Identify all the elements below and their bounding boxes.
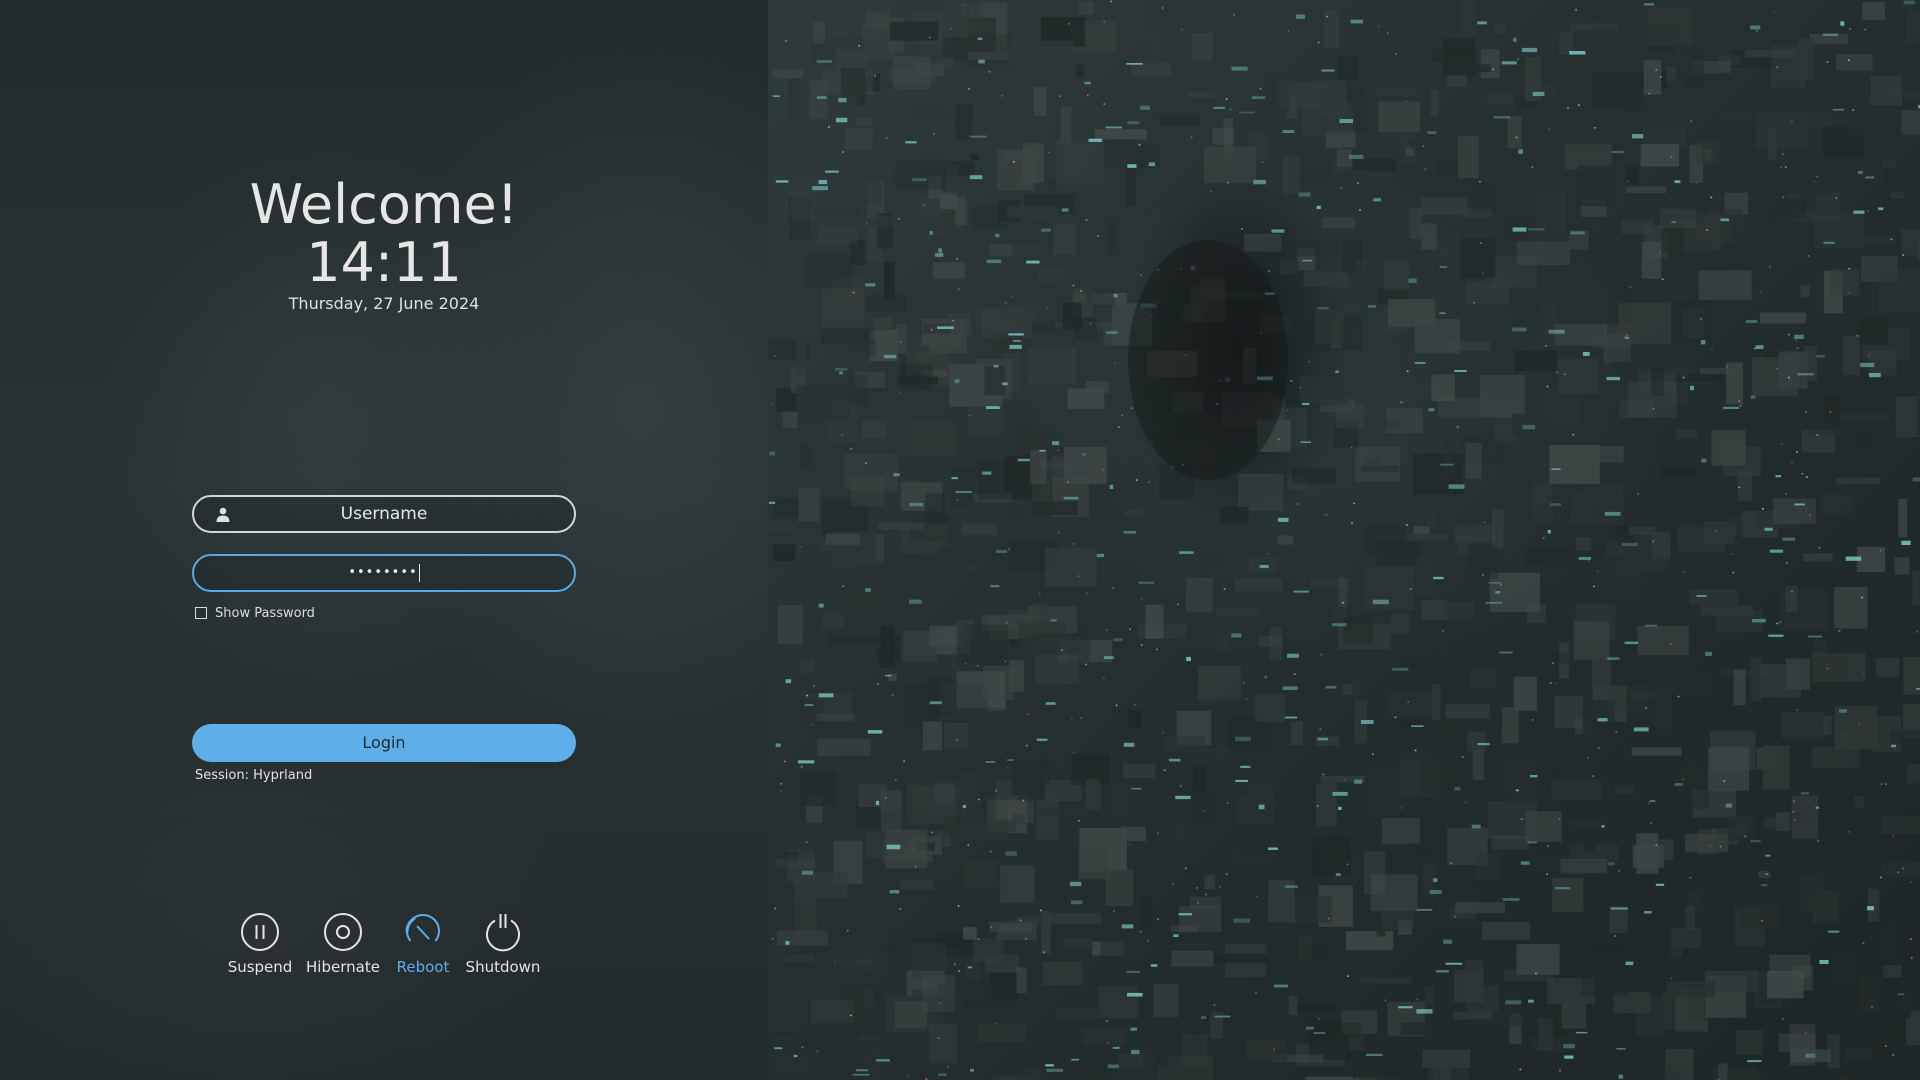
date-label: Thursday, 27 June 2024 [288, 294, 480, 313]
city-aerial-image [768, 0, 1920, 1080]
login-button[interactable]: Login [192, 724, 576, 762]
hibernate-button[interactable]: Hibernate [298, 912, 388, 976]
reboot-button[interactable]: Reboot [378, 912, 468, 976]
suspend-label: Suspend [227, 958, 293, 976]
password-field[interactable]: •••••••• [192, 554, 576, 592]
power-icon [486, 914, 520, 952]
password-masked-value: •••••••• [348, 565, 418, 580]
reboot-label: Reboot [396, 958, 450, 976]
show-password-label: Show Password [215, 605, 315, 621]
session-selector[interactable]: Session: Hyprland [195, 768, 312, 783]
welcome-heading: Welcome! [249, 173, 519, 236]
login-screen: Welcome! 14:11 Thursday, 27 June 2024 Us… [0, 0, 1920, 1080]
login-panel: Welcome! 14:11 Thursday, 27 June 2024 Us… [0, 0, 768, 1080]
pause-icon [241, 913, 279, 951]
city-aerial-night-wallpaper [768, 0, 1920, 1080]
suspend-button[interactable]: Suspend [215, 912, 305, 976]
shutdown-label: Shutdown [465, 958, 541, 976]
show-password-toggle[interactable]: Show Password [195, 604, 315, 622]
clock: 14:11 [306, 231, 462, 294]
username-placeholder: Username [340, 504, 428, 524]
show-password-checkbox[interactable] [195, 607, 207, 619]
username-field[interactable]: Username [192, 495, 576, 533]
circle-icon [324, 913, 362, 951]
reboot-icon [405, 914, 440, 942]
shutdown-button[interactable]: Shutdown [458, 912, 548, 976]
hibernate-label: Hibernate [306, 958, 380, 976]
text-cursor [418, 563, 420, 582]
user-icon [216, 507, 230, 522]
